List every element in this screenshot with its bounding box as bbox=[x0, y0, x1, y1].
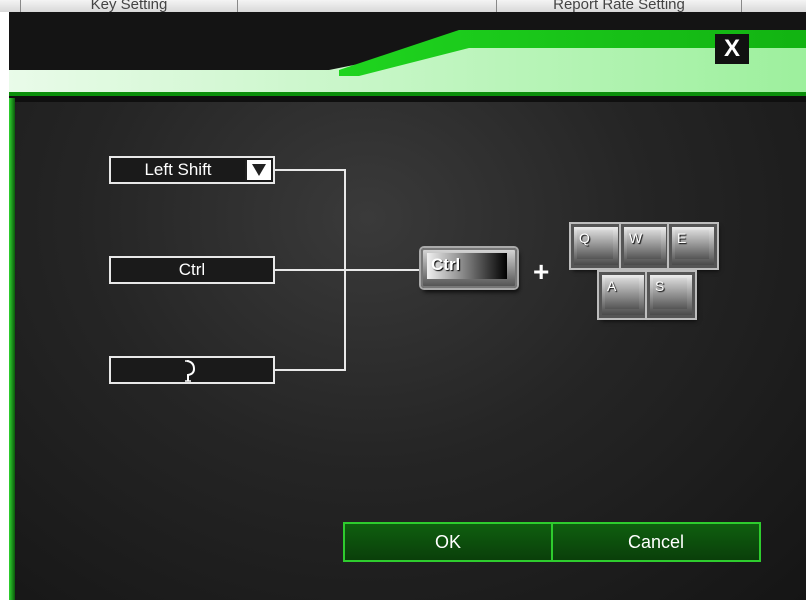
modifier-dropdown-left-shift[interactable]: Left Shift bbox=[109, 156, 275, 184]
key-combo-dialog: X Left Shift Ctrl Ctrl + Q W E A S OK Ca… bbox=[9, 12, 806, 600]
combined-key-label: Ctrl bbox=[427, 253, 507, 279]
cancel-button[interactable]: Cancel bbox=[551, 522, 761, 562]
tab-report-rate-setting[interactable]: Report Rate Setting bbox=[496, 0, 742, 12]
ok-button[interactable]: OK bbox=[343, 522, 553, 562]
keycap-label: E bbox=[675, 230, 709, 259]
modifier-slot-label: Ctrl bbox=[178, 260, 206, 279]
keycap-label: A bbox=[605, 278, 639, 309]
keycap-a: A bbox=[599, 272, 647, 318]
keycap-w: W bbox=[621, 224, 669, 268]
plus-sign: + bbox=[533, 256, 550, 287]
dropdown-arrow-icon[interactable] bbox=[245, 160, 271, 180]
keycap-label: W bbox=[627, 230, 661, 259]
cursor-icon bbox=[185, 360, 196, 382]
keycap-s: S bbox=[647, 272, 695, 318]
combined-key-ctrl: Ctrl bbox=[421, 248, 517, 288]
keycap-q: Q bbox=[571, 224, 621, 268]
tab-key-setting[interactable]: Key Setting bbox=[20, 0, 238, 12]
keycap-label: Q bbox=[577, 230, 613, 259]
keycap-e: E bbox=[669, 224, 717, 268]
background-window-strip: Key Setting Report Rate Setting bbox=[0, 0, 806, 12]
modifier-slot-empty[interactable] bbox=[109, 356, 275, 384]
modifier-slot-ctrl[interactable]: Ctrl bbox=[109, 256, 275, 284]
keycap-label: S bbox=[653, 278, 687, 309]
modifier-dropdown-label: Left Shift bbox=[144, 160, 212, 179]
